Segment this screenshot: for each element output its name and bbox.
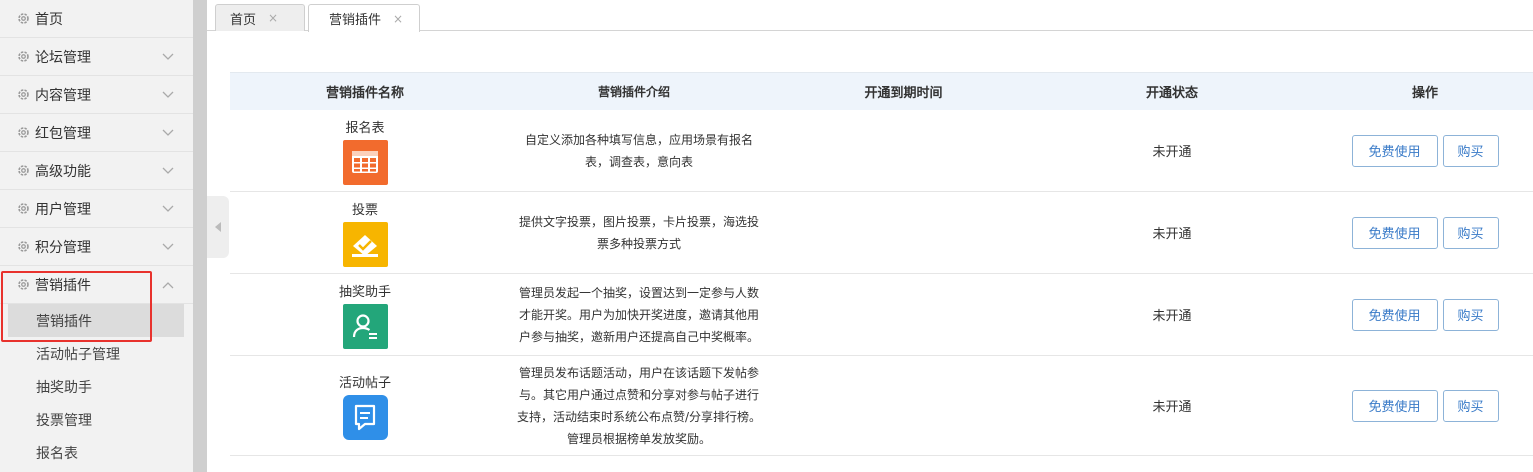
column-header-intro: 营销插件介绍: [597, 84, 670, 99]
sidebar: 首页 论坛管理 内容管理 红包管理 高级功能 用户管理 积分管理 营销插件 营销…: [0, 0, 193, 472]
buy-button[interactable]: 购买: [1442, 216, 1499, 249]
chevron-up-icon: [162, 282, 174, 289]
buy-button[interactable]: 购买: [1442, 134, 1499, 167]
column-header-status: 开通状态: [1145, 86, 1198, 101]
chevron-down-icon: [162, 91, 174, 98]
plugin-status: 未开通: [1152, 400, 1192, 415]
plugin-name-cell: 活动帖子: [230, 372, 500, 440]
sidebar-item-label: 内容管理: [35, 87, 91, 104]
plugin-status: 未开通: [1152, 145, 1192, 160]
free-use-button[interactable]: 免费使用: [1351, 298, 1438, 331]
plugin-intro: 管理员发布话题活动，用户在该话题下发帖参与。其它用户通过点赞和分享对参与帖子进行…: [516, 365, 762, 446]
submenu-item-activity-posts[interactable]: 活动帖子管理: [0, 337, 193, 370]
sidebar-item-label: 高级功能: [35, 163, 91, 180]
sidebar-item-content[interactable]: 内容管理: [0, 76, 193, 114]
free-use-button[interactable]: 免费使用: [1351, 389, 1438, 422]
sidebar-item-label: 论坛管理: [35, 49, 91, 66]
plugin-name-cell: 报名表: [230, 117, 500, 185]
sidebar-item-points[interactable]: 积分管理: [0, 228, 193, 266]
activity-post-icon: [342, 394, 388, 440]
submenu-item-signup-form[interactable]: 报名表: [0, 436, 193, 469]
plugin-table: 营销插件名称 营销插件介绍 开通到期时间 开通状态 操作 报名表 自定义添加各种…: [230, 72, 1533, 456]
plugin-ops-cell: 免费使用 购买: [1305, 216, 1533, 249]
buy-button[interactable]: 购买: [1442, 389, 1499, 422]
sidebar-item-label: 用户管理: [35, 201, 91, 218]
chevron-down-icon: [162, 167, 174, 174]
sidebar-item-advanced[interactable]: 高级功能: [0, 152, 193, 190]
gear-icon: [17, 50, 30, 63]
sidebar-item-marketing[interactable]: 营销插件: [0, 266, 193, 304]
table-row: 活动帖子 管理员发布话题活动，用户在该话题下发帖参与。其它用户通过点赞和分享对参…: [230, 356, 1533, 456]
plugin-name-cell: 投票: [230, 199, 500, 267]
plugin-status: 未开通: [1152, 309, 1192, 324]
plugin-name: 抽奖助手: [338, 284, 391, 300]
plugin-intro: 管理员发起一个抽奖，设置达到一定参与人数才能开奖。用户为加快开奖进度，邀请其他用…: [518, 285, 759, 344]
gear-icon: [17, 126, 30, 139]
chevron-left-icon: [215, 222, 221, 232]
plugin-name: 投票: [351, 202, 378, 218]
gear-icon: [17, 164, 30, 177]
plugin-name-cell: 抽奖助手: [230, 281, 500, 349]
table-row: 报名表 自定义添加各种填写信息，应用场景有报名表，调查表，意向表 未开通 免费使…: [230, 110, 1533, 192]
close-icon[interactable]: ×: [268, 11, 278, 25]
submenu-item-marketing-plugins[interactable]: 营销插件: [8, 304, 184, 337]
chevron-down-icon: [162, 243, 174, 250]
chevron-down-icon: [162, 205, 174, 212]
tab-marketing-plugins[interactable]: 营销插件 ×: [308, 4, 420, 32]
plugin-ops-cell: 免费使用 购买: [1305, 389, 1533, 422]
chevron-down-icon: [162, 129, 174, 136]
gear-icon: [17, 12, 30, 25]
plugin-name: 活动帖子: [338, 375, 391, 391]
table-header: 营销插件名称 营销插件介绍 开通到期时间 开通状态 操作: [230, 72, 1533, 110]
sidebar-item-users[interactable]: 用户管理: [0, 190, 193, 228]
sidebar-item-forum[interactable]: 论坛管理: [0, 38, 193, 76]
sidebar-item-home[interactable]: 首页: [0, 0, 193, 38]
submenu-item-lottery[interactable]: 抽奖助手: [0, 370, 193, 403]
sidebar-item-label: 积分管理: [35, 239, 91, 256]
sidebar-item-label: 首页: [35, 11, 63, 28]
tab-label: 首页: [230, 12, 257, 28]
plugin-intro-cell: 提供文字投票，图片投票，卡片投票，海选投票多种投票方式: [500, 211, 768, 255]
tab-bar: 首页 × 营销插件 ×: [207, 0, 1533, 32]
plugin-intro-cell: 自定义添加各种填写信息，应用场景有报名表，调查表，意向表: [500, 129, 768, 173]
gear-icon: [17, 240, 30, 253]
column-header-expire: 开通到期时间: [864, 86, 943, 101]
gear-icon: [17, 278, 30, 291]
plugin-ops-cell: 免费使用 购买: [1305, 298, 1533, 331]
table-row: 投票 提供文字投票，图片投票，卡片投票，海选投票多种投票方式 未开通 免费使用 …: [230, 192, 1533, 274]
column-header-name: 营销插件名称: [325, 86, 404, 101]
plugin-status: 未开通: [1152, 227, 1192, 242]
plugin-ops-cell: 免费使用 购买: [1305, 134, 1533, 167]
sidebar-item-label: 红包管理: [35, 125, 91, 142]
chevron-down-icon: [162, 53, 174, 60]
plugin-intro-cell: 管理员发布话题活动，用户在该话题下发帖参与。其它用户通过点赞和分享对参与帖子进行…: [500, 362, 768, 450]
sidebar-scrollbar[interactable]: [193, 0, 207, 472]
plugin-name: 报名表: [345, 120, 385, 136]
column-header-ops: 操作: [1411, 86, 1438, 101]
vote-icon: [342, 221, 388, 267]
sidebar-item-redpacket[interactable]: 红包管理: [0, 114, 193, 152]
close-icon[interactable]: ×: [393, 12, 403, 26]
submenu-item-votes[interactable]: 投票管理: [0, 403, 193, 436]
gear-icon: [17, 202, 30, 215]
buy-button[interactable]: 购买: [1442, 298, 1499, 331]
gear-icon: [17, 88, 30, 101]
plugin-intro: 提供文字投票，图片投票，卡片投票，海选投票多种投票方式: [518, 214, 759, 251]
free-use-button[interactable]: 免费使用: [1351, 216, 1438, 249]
free-use-button[interactable]: 免费使用: [1351, 134, 1438, 167]
table-row: 抽奖助手 管理员发起一个抽奖，设置达到一定参与人数才能开奖。用户为加快开奖进度，…: [230, 274, 1533, 356]
sidebar-item-label: 营销插件: [35, 277, 91, 294]
tab-home[interactable]: 首页 ×: [215, 4, 305, 31]
plugin-intro: 自定义添加各种填写信息，应用场景有报名表，调查表，意向表: [524, 132, 753, 169]
tab-label: 营销插件: [329, 13, 382, 28]
collapse-sidebar-handle[interactable]: [207, 196, 229, 258]
plugin-intro-cell: 管理员发起一个抽奖，设置达到一定参与人数才能开奖。用户为加快开奖进度，邀请其他用…: [500, 282, 768, 348]
form-table-icon: [342, 139, 388, 185]
lottery-user-icon: [342, 303, 388, 349]
